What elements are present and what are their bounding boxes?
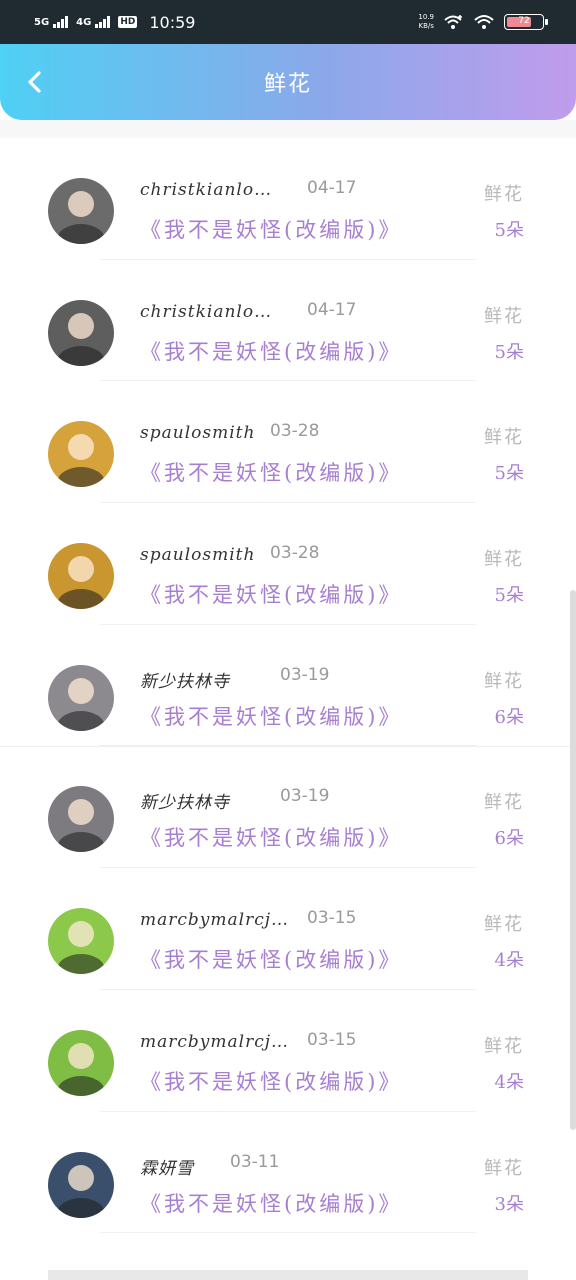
work-title[interactable]: 《我不是妖怪(改编版)》 — [140, 336, 402, 366]
user-name[interactable]: marcbymalrcj… — [140, 910, 289, 930]
item-divider — [100, 1232, 476, 1234]
flower-label: 鲜花 — [484, 670, 524, 692]
gift-date: 03-19 — [280, 786, 330, 807]
avatar[interactable] — [48, 1151, 114, 1218]
list-item[interactable]: marcbymalrcj… 03-15 《我不是妖怪(改编版)》 鲜花 4朵 — [0, 868, 576, 990]
speed-value: 10.9 — [418, 13, 434, 21]
avatar[interactable] — [48, 786, 114, 853]
network-speed: 10.9 KB/s — [418, 13, 434, 31]
work-title[interactable]: 《我不是妖怪(改编版)》 — [140, 1188, 402, 1218]
user-name[interactable]: spaulosmith — [140, 545, 255, 565]
flower-gift-list: christkianlo… 04-17 《我不是妖怪(改编版)》 鲜花 5朵 christ… — [0, 138, 576, 1234]
user-name[interactable]: christkianlo… — [140, 302, 272, 322]
list-item[interactable]: spaulosmith 03-28 《我不是妖怪(改编版)》 鲜花 5朵 — [0, 503, 576, 625]
avatar[interactable] — [48, 543, 114, 610]
flower-count: 5朵 — [494, 220, 524, 241]
flower-label: 鲜花 — [484, 427, 524, 449]
list-top-spacer — [0, 120, 576, 138]
back-button[interactable] — [18, 66, 50, 98]
flower-label: 鲜花 — [484, 184, 524, 205]
avatar[interactable] — [48, 421, 114, 488]
status-left: 5G 4G HD 10:59 — [34, 13, 195, 32]
user-name[interactable]: spaulosmith — [140, 423, 255, 443]
flower-count: 6朵 — [494, 706, 524, 728]
list-item[interactable]: christkianlo… 04-17 《我不是妖怪(改编版)》 鲜花 5朵 — [0, 138, 576, 260]
avatar[interactable] — [48, 1029, 114, 1096]
list-item[interactable]: marcbymalrcj… 03-15 《我不是妖怪(改编版)》 鲜花 4朵 — [0, 990, 576, 1112]
flower-label: 鲜花 — [484, 792, 524, 814]
gift-date: 03-28 — [270, 543, 320, 564]
list-item[interactable]: 新少扶林寺 03-19 《我不是妖怪(改编版)》 鲜花 6朵 — [0, 746, 576, 869]
hd-voice-icon: HD — [118, 16, 138, 28]
flower-count: 4朵 — [494, 1071, 524, 1093]
gift-date: 03-11 — [230, 1151, 280, 1172]
avatar[interactable] — [48, 664, 114, 731]
work-title[interactable]: 《我不是妖怪(改编版)》 — [140, 579, 402, 609]
work-title[interactable]: 《我不是妖怪(改编版)》 — [140, 944, 402, 974]
signal-5g-icon: 5G — [34, 16, 69, 28]
avatar-image — [48, 664, 114, 731]
user-name[interactable]: 霖妍雪 — [140, 1154, 194, 1179]
avatar-image — [48, 908, 114, 975]
avatar-image — [48, 1029, 114, 1096]
avatar-image — [48, 299, 114, 366]
work-title[interactable]: 《我不是妖怪(改编版)》 — [140, 214, 402, 244]
gift-date: 04-17 — [307, 299, 357, 320]
list-item[interactable]: 霖妍雪 03-11 《我不是妖怪(改编版)》 鲜花 3朵 — [0, 1112, 576, 1234]
chevron-left-icon — [28, 71, 41, 93]
user-name[interactable]: 新少扶林寺 — [140, 788, 230, 813]
divider — [0, 746, 576, 747]
gift-date: 03-28 — [270, 421, 320, 442]
flower-count: 5朵 — [494, 341, 524, 363]
user-name[interactable]: 新少扶林寺 — [140, 667, 230, 692]
work-title[interactable]: 《我不是妖怪(改编版)》 — [140, 457, 402, 487]
net2-label: 4G — [76, 17, 92, 28]
flower-label: 鲜花 — [484, 914, 524, 936]
avatar[interactable] — [48, 299, 114, 366]
avatar-image — [48, 543, 114, 610]
flower-label: 鲜花 — [484, 549, 524, 571]
flower-label: 鲜花 — [484, 305, 524, 327]
app-header: 鲜花 — [0, 44, 576, 120]
clock: 10:59 — [149, 12, 196, 32]
status-right: 10.9 KB/s 72 — [418, 13, 548, 31]
page-title: 鲜花 — [263, 72, 312, 97]
user-name[interactable]: christkianlo… — [140, 180, 272, 200]
gift-date: 03-15 — [307, 1029, 357, 1050]
status-bar: 5G 4G HD 10:59 10.9 KB/s 72 — [0, 0, 576, 44]
work-title[interactable]: 《我不是妖怪(改编版)》 — [140, 1066, 402, 1096]
flower-count: 5朵 — [494, 463, 524, 485]
gift-date: 04-17 — [307, 178, 357, 198]
flower-count: 3朵 — [494, 1193, 524, 1215]
speed-unit: KB/s — [418, 22, 434, 30]
signal-4g-icon: 4G — [76, 16, 111, 28]
flower-count: 5朵 — [494, 585, 524, 607]
next-item-peek — [48, 1270, 528, 1280]
avatar[interactable] — [48, 178, 114, 244]
flower-count: 6朵 — [494, 828, 524, 850]
avatar-image — [48, 786, 114, 853]
wifi-plus-icon — [444, 15, 462, 29]
user-name[interactable]: marcbymalrcj… — [140, 1032, 289, 1052]
wifi-icon — [474, 15, 494, 29]
flower-label: 鲜花 — [484, 1157, 524, 1179]
avatar-image — [48, 178, 114, 244]
work-title[interactable]: 《我不是妖怪(改编版)》 — [140, 701, 402, 731]
gift-date: 03-15 — [307, 908, 357, 929]
list-item[interactable]: spaulosmith 03-28 《我不是妖怪(改编版)》 鲜花 5朵 — [0, 381, 576, 504]
scrollbar[interactable] — [570, 590, 576, 1130]
work-title[interactable]: 《我不是妖怪(改编版)》 — [140, 822, 402, 852]
battery-icon: 72 — [504, 14, 548, 30]
net1-label: 5G — [34, 17, 50, 28]
avatar-image — [48, 1151, 114, 1218]
avatar[interactable] — [48, 908, 114, 975]
list-item[interactable]: 新少扶林寺 03-19 《我不是妖怪(改编版)》 鲜花 6朵 — [0, 625, 576, 747]
battery-level: 72 — [518, 16, 530, 26]
list-item[interactable]: christkianlo… 04-17 《我不是妖怪(改编版)》 鲜花 5朵 — [0, 260, 576, 382]
gift-date: 03-19 — [280, 664, 330, 685]
flower-label: 鲜花 — [484, 1035, 524, 1057]
avatar-image — [48, 421, 114, 488]
flower-count: 4朵 — [494, 950, 524, 972]
